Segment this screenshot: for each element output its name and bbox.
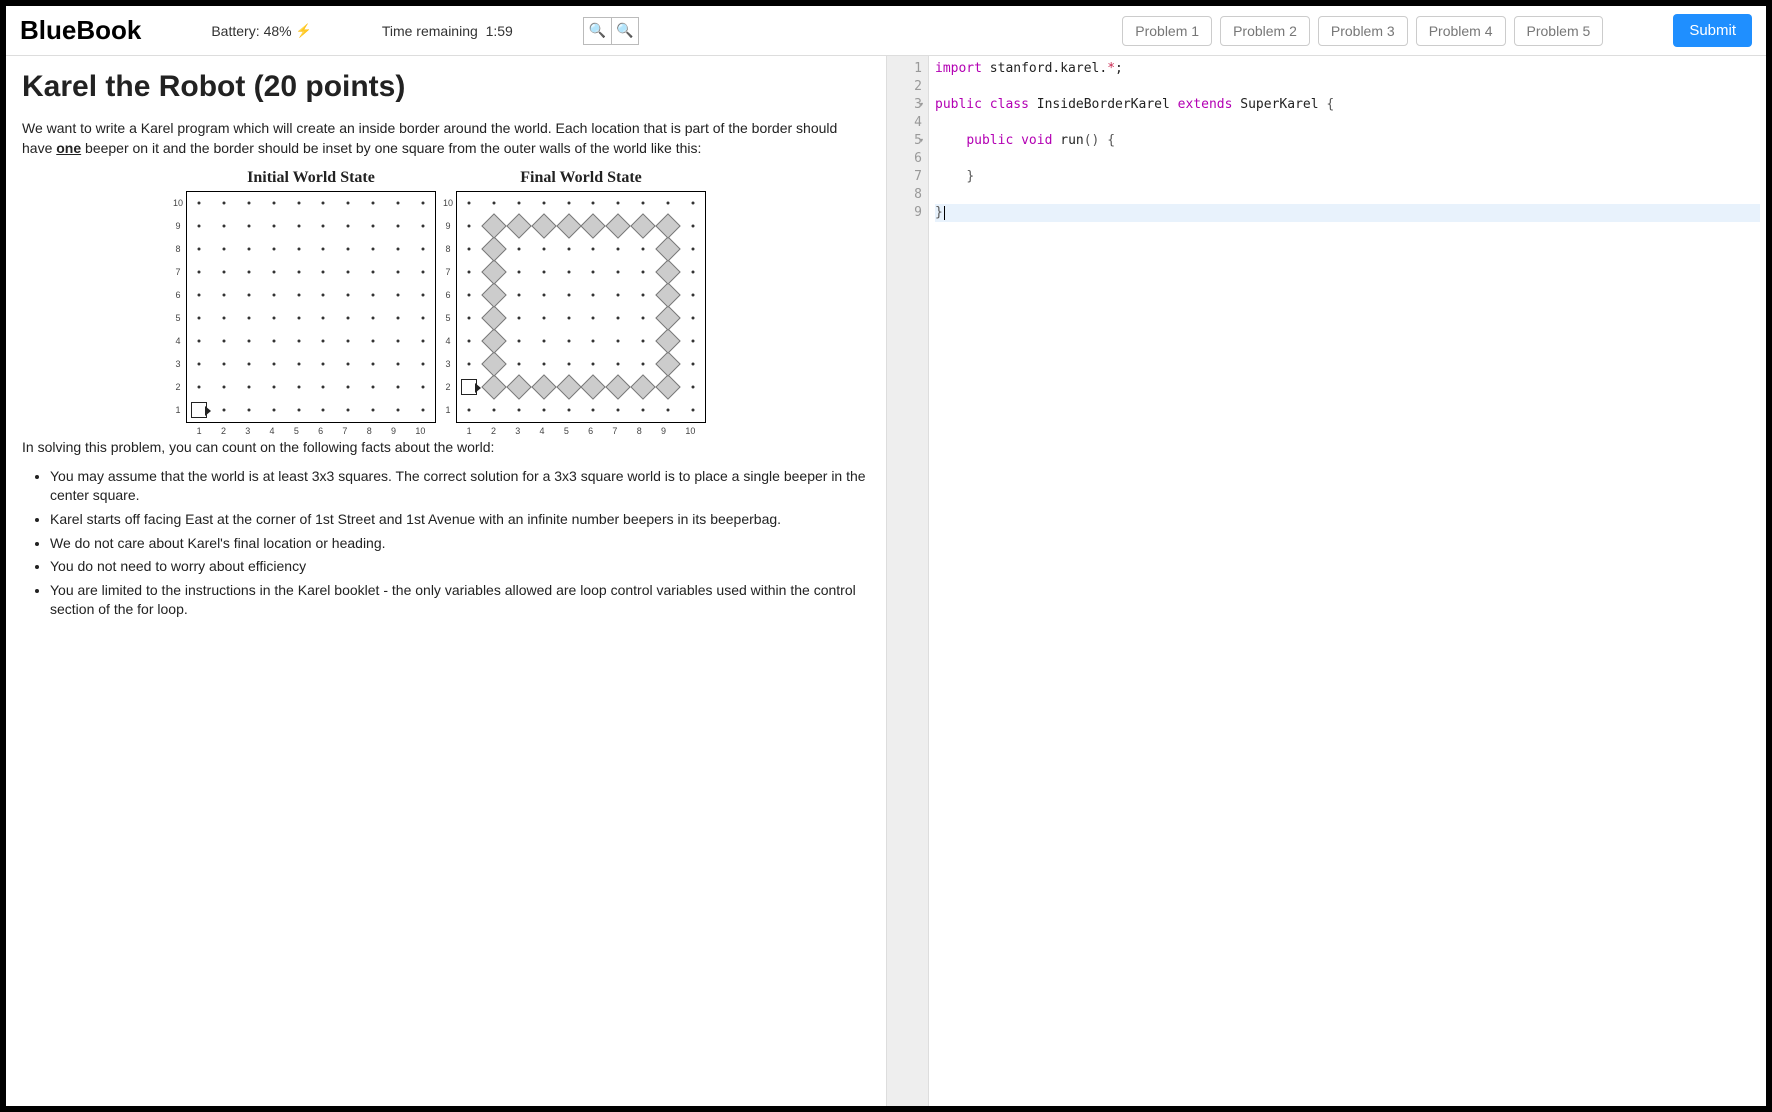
code-line[interactable]: } bbox=[935, 168, 1760, 186]
karel-icon bbox=[461, 379, 477, 395]
fact-item: We do not care about Karel's final locat… bbox=[50, 534, 870, 554]
code-line[interactable] bbox=[935, 150, 1760, 168]
code-line[interactable]: public class InsideBorderKarel extends S… bbox=[935, 96, 1760, 114]
final-world-wrap: Final World State 1098765432112345678910 bbox=[456, 169, 706, 423]
fact-item: You are limited to the instructions in t… bbox=[50, 581, 870, 620]
problem-tab-2[interactable]: Problem 2 bbox=[1220, 16, 1310, 46]
initial-world-wrap: Initial World State 10987654321123456789… bbox=[186, 169, 436, 423]
fact-item: Karel starts off facing East at the corn… bbox=[50, 510, 870, 530]
problem-tab-4[interactable]: Problem 4 bbox=[1416, 16, 1506, 46]
battery-status: Battery: 48% ⚡ bbox=[211, 23, 311, 39]
code-line[interactable]: } bbox=[935, 204, 1760, 222]
zoom-in-icon: 🔍 bbox=[589, 22, 606, 39]
submit-button[interactable]: Submit bbox=[1673, 14, 1752, 47]
main-split: Karel the Robot (20 points) We want to w… bbox=[6, 56, 1766, 1106]
charging-icon: ⚡ bbox=[296, 23, 312, 39]
final-world-grid: 1098765432112345678910 bbox=[456, 191, 706, 423]
problem-tab-3[interactable]: Problem 3 bbox=[1318, 16, 1408, 46]
code-area[interactable]: import stanford.karel.*; public class Ins… bbox=[929, 56, 1766, 1106]
problem-panel[interactable]: Karel the Robot (20 points) We want to w… bbox=[6, 56, 886, 1106]
code-line[interactable]: public void run() { bbox=[935, 132, 1760, 150]
final-world-title: Final World State bbox=[456, 169, 706, 187]
intro-one: one bbox=[56, 140, 81, 156]
code-line[interactable] bbox=[935, 114, 1760, 132]
battery-label: Battery: bbox=[211, 23, 259, 39]
karel-icon bbox=[191, 402, 207, 418]
initial-world-grid: 1098765432112345678910 bbox=[186, 191, 436, 423]
problem-intro: We want to write a Karel program which w… bbox=[22, 118, 870, 159]
battery-value: 48% bbox=[264, 23, 292, 39]
zoom-out-button[interactable]: 🔍 bbox=[611, 17, 639, 45]
code-line[interactable]: import stanford.karel.*; bbox=[935, 60, 1760, 78]
time-label: Time remaining bbox=[382, 23, 478, 39]
line-gutter: 123456789 bbox=[887, 56, 929, 1106]
fact-item: You do not need to worry about efficienc… bbox=[50, 557, 870, 577]
intro-text-b: beeper on it and the border should be in… bbox=[81, 140, 701, 156]
problem-tab-1[interactable]: Problem 1 bbox=[1122, 16, 1212, 46]
facts-intro: In solving this problem, you can count o… bbox=[22, 437, 870, 457]
zoom-out-icon: 🔍 bbox=[616, 22, 633, 39]
zoom-in-button[interactable]: 🔍 bbox=[583, 17, 611, 45]
time-value: 1:59 bbox=[486, 23, 513, 39]
problem-tabs: Problem 1 Problem 2 Problem 3 Problem 4 Prob… bbox=[1122, 16, 1603, 46]
code-line[interactable] bbox=[935, 186, 1760, 204]
problem-title: Karel the Robot (20 points) bbox=[22, 70, 870, 104]
time-remaining: Time remaining 1:59 bbox=[382, 23, 513, 39]
zoom-controls: 🔍 🔍 bbox=[583, 17, 639, 45]
initial-world-title: Initial World State bbox=[186, 169, 436, 187]
problem-tab-5[interactable]: Problem 5 bbox=[1514, 16, 1604, 46]
code-line[interactable] bbox=[935, 78, 1760, 96]
app-brand: BlueBook bbox=[20, 15, 141, 46]
code-editor[interactable]: 123456789 import stanford.karel.*; public… bbox=[886, 56, 1766, 1106]
world-diagrams: Initial World State 10987654321123456789… bbox=[22, 169, 870, 423]
facts-list: You may assume that the world is at leas… bbox=[50, 467, 870, 620]
fact-item: You may assume that the world is at leas… bbox=[50, 467, 870, 506]
top-bar: BlueBook Battery: 48% ⚡ Time remaining 1:… bbox=[6, 6, 1766, 56]
